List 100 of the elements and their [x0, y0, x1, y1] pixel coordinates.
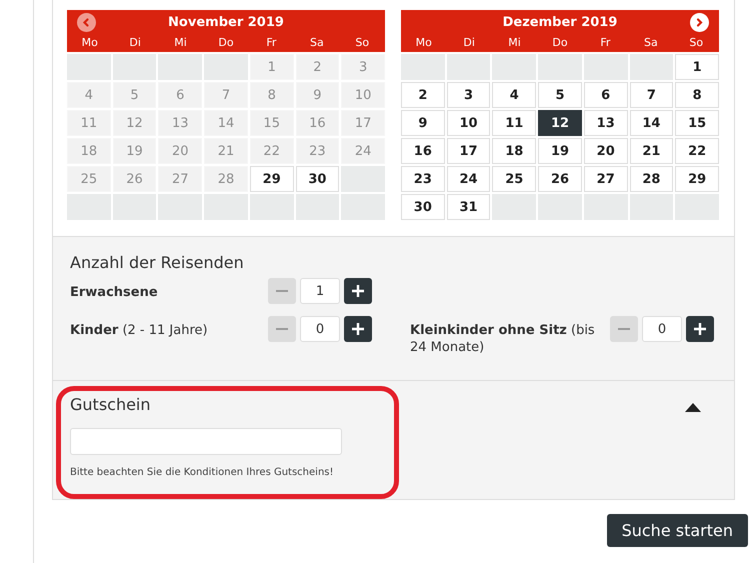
count-field[interactable]: 1 — [300, 278, 340, 304]
voucher-hint: Bitte beachten Sie die Konditionen Ihres Gutscheins! — [70, 467, 335, 478]
chevron-icon — [694, 17, 705, 28]
day-cell: 15 — [250, 110, 294, 136]
day-cell: 3 — [341, 54, 385, 80]
day-cell: 27 — [158, 166, 202, 192]
increment-button[interactable] — [686, 316, 714, 342]
plus-icon — [352, 285, 364, 297]
traveller-label: Erwachsene — [70, 284, 159, 301]
minus-icon — [618, 328, 630, 330]
day-cell[interactable]: 7 — [630, 82, 674, 108]
weekday-label: Mi — [507, 35, 522, 51]
day-cell[interactable]: 6 — [584, 82, 628, 108]
count-field[interactable]: 0 — [642, 316, 682, 342]
plus-icon — [352, 323, 364, 335]
day-cell[interactable]: 14 — [630, 110, 674, 136]
weekday-label: Di — [462, 35, 476, 51]
weekday-label: Do — [551, 35, 569, 51]
day-cell: 13 — [158, 110, 202, 136]
weekday-label: Mi — [173, 35, 188, 51]
collapse-icon[interactable] — [685, 403, 701, 412]
weekday-label: So — [354, 35, 370, 51]
day-cell[interactable]: 20 — [584, 138, 628, 164]
day-cell: 18 — [67, 138, 111, 164]
day-cell: 2 — [296, 54, 340, 80]
day-cell[interactable]: 11 — [492, 110, 536, 136]
day-cell[interactable]: 23 — [401, 166, 445, 192]
day-cell[interactable]: 5 — [538, 82, 582, 108]
day-cell: 28 — [204, 166, 248, 192]
day-cell: 4 — [67, 82, 111, 108]
day-cell: 6 — [158, 82, 202, 108]
day-cell[interactable]: 15 — [675, 110, 719, 136]
search-button[interactable]: Suche starten — [606, 514, 748, 547]
day-cell[interactable]: 10 — [446, 110, 490, 136]
day-cell[interactable]: 30 — [401, 194, 445, 220]
weekday-label: Sa — [308, 35, 325, 51]
traveller-label: Kleinkinder ohne Sitz (bis 24 Monate) — [410, 322, 596, 356]
day-cell[interactable]: 24 — [446, 166, 490, 192]
weekday-label: Do — [217, 35, 235, 51]
day-cell[interactable]: 28 — [630, 166, 674, 192]
day-cell: 16 — [296, 110, 340, 136]
weekday-label: Di — [128, 35, 142, 51]
weekday-label: Mo — [414, 35, 433, 51]
increment-button[interactable] — [344, 278, 372, 304]
increment-button[interactable] — [344, 316, 372, 342]
day-cell: 5 — [112, 82, 156, 108]
day-cell[interactable]: 30 — [296, 166, 340, 192]
day-cell: 20 — [158, 138, 202, 164]
day-cell: 22 — [250, 138, 294, 164]
next-month-button[interactable] — [690, 13, 709, 32]
day-cell: 11 — [67, 110, 111, 136]
voucher-field[interactable] — [70, 428, 342, 455]
day-cell[interactable]: 29 — [250, 166, 294, 192]
day-cell[interactable]: 21 — [630, 138, 674, 164]
day-cell[interactable]: 4 — [492, 82, 536, 108]
plus-icon — [694, 323, 706, 335]
day-cell: 25 — [67, 166, 111, 192]
section-title: Anzahl der Reisenden — [70, 253, 245, 272]
day-cell[interactable]: 1 — [675, 54, 719, 80]
section-title: Gutschein — [70, 395, 151, 414]
day-cell[interactable]: 18 — [492, 138, 536, 164]
day-cell: 9 — [296, 82, 340, 108]
minus-icon — [276, 328, 288, 330]
day-cell: 10 — [341, 82, 385, 108]
month-title: November 2019 — [167, 15, 285, 30]
day-cell: 17 — [341, 110, 385, 136]
traveller-label: Kinder (2 - 11 Jahre) — [70, 322, 209, 339]
day-cell: 1 — [250, 54, 294, 80]
day-cell: 7 — [204, 82, 248, 108]
day-cell[interactable]: 19 — [538, 138, 582, 164]
day-cell: 12 — [112, 110, 156, 136]
minus-icon — [276, 290, 288, 292]
weekday-label: So — [688, 35, 704, 51]
day-cell: 21 — [204, 138, 248, 164]
weekday-label: Mo — [80, 35, 99, 51]
day-cell[interactable]: 3 — [446, 82, 490, 108]
count-field[interactable]: 0 — [300, 316, 340, 342]
day-cell[interactable]: 25 — [492, 166, 536, 192]
day-cell: 26 — [112, 166, 156, 192]
day-cell: 14 — [204, 110, 248, 136]
day-cell[interactable]: 27 — [584, 166, 628, 192]
day-cell[interactable]: 8 — [675, 82, 719, 108]
day-cell: 8 — [250, 82, 294, 108]
weekday-label: Fr — [265, 35, 278, 51]
day-cell[interactable]: 9 — [401, 110, 445, 136]
day-cell[interactable]: 13 — [584, 110, 628, 136]
day-cell[interactable]: 26 — [538, 166, 582, 192]
day-cell: 24 — [341, 138, 385, 164]
day-cell: 23 — [296, 138, 340, 164]
day-cell[interactable]: 22 — [675, 138, 719, 164]
month-title: Dezember 2019 — [502, 15, 618, 30]
weekday-label: Sa — [642, 35, 659, 51]
day-cell[interactable]: 29 — [675, 166, 719, 192]
weekday-label: Fr — [599, 35, 612, 51]
day-cell[interactable]: 31 — [446, 194, 490, 220]
day-cell[interactable]: 2 — [401, 82, 445, 108]
day-cell[interactable]: 16 — [401, 138, 445, 164]
day-cell[interactable]: 17 — [446, 138, 490, 164]
day-cell[interactable]: 12 — [538, 110, 582, 136]
day-cell: 19 — [112, 138, 156, 164]
